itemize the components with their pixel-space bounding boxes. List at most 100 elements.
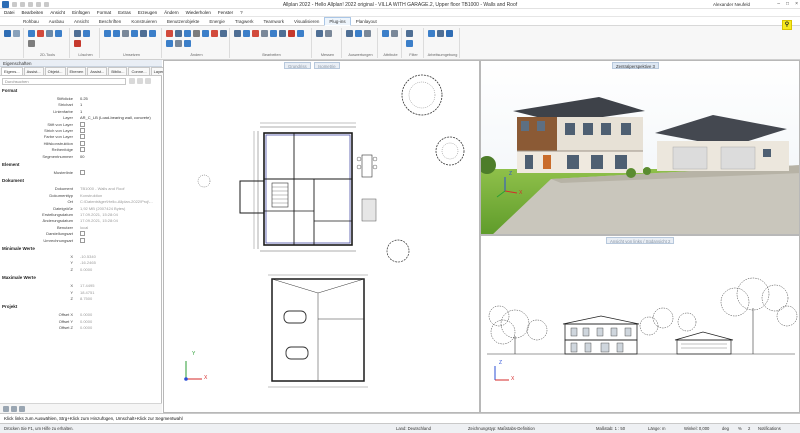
ribbon-tab[interactable]: Konstruieren bbox=[126, 17, 162, 26]
ribbon-tab[interactable]: Ausbau bbox=[44, 17, 69, 26]
property-value[interactable]: 1,92 MB (2007424 Bytes) bbox=[80, 206, 125, 211]
tool-icon[interactable] bbox=[175, 30, 182, 37]
tool-icon[interactable] bbox=[104, 30, 111, 37]
tool-icon[interactable] bbox=[252, 30, 259, 37]
tool-icon[interactable] bbox=[46, 30, 53, 37]
tool-icon[interactable] bbox=[74, 40, 81, 47]
properties-tab[interactable]: Ebenen bbox=[66, 67, 87, 75]
tool-icon[interactable] bbox=[113, 30, 120, 37]
status-percent[interactable]: % bbox=[738, 424, 742, 433]
property-checkbox[interactable] bbox=[80, 170, 85, 175]
property-value[interactable]: 17.09.2021, 15:28:04 bbox=[80, 218, 118, 223]
tool-icon[interactable] bbox=[74, 30, 81, 37]
menu-item[interactable]: Ändern bbox=[164, 10, 179, 15]
user-name[interactable]: Alexander Neufeld bbox=[713, 2, 750, 7]
tool-icon[interactable] bbox=[166, 30, 173, 37]
eraser-icon[interactable] bbox=[11, 406, 17, 412]
menu-item[interactable]: Extras bbox=[118, 10, 131, 15]
ribbon-tab[interactable]: Beschriften bbox=[94, 17, 127, 26]
menu-item[interactable]: Bearbeiten bbox=[22, 10, 44, 15]
menu-item[interactable]: Format bbox=[97, 10, 111, 15]
property-value[interactable]: 1 bbox=[80, 109, 82, 114]
close-button[interactable]: × bbox=[795, 1, 798, 7]
tool-icon[interactable] bbox=[13, 30, 20, 37]
tool-icon[interactable] bbox=[391, 30, 398, 37]
ribbon-tab[interactable]: Visualisieren bbox=[289, 17, 324, 26]
ribbon-tab[interactable]: Rohbau bbox=[18, 17, 44, 26]
property-value[interactable]: -16.2465 bbox=[80, 260, 96, 265]
status-zoom[interactable]: 2 bbox=[748, 424, 750, 433]
ribbon-tab[interactable]: Tragwerk bbox=[230, 17, 259, 26]
property-checkbox[interactable] bbox=[80, 237, 85, 243]
menu-item[interactable]: Datei bbox=[4, 10, 15, 15]
tool-icon[interactable] bbox=[355, 30, 362, 37]
elevation-viewport[interactable]: Ansicht von links / Südansicht 2 Z X bbox=[480, 235, 800, 413]
ribbon-tab[interactable]: Benutzerobjekte bbox=[162, 17, 205, 26]
tool-icon[interactable] bbox=[297, 30, 304, 37]
property-value[interactable]: 18.4751 bbox=[80, 290, 94, 295]
tool-icon[interactable] bbox=[243, 30, 250, 37]
tool-icon[interactable] bbox=[270, 30, 277, 37]
minimize-button[interactable]: – bbox=[777, 1, 780, 7]
properties-tab[interactable]: Objekt... bbox=[44, 67, 66, 75]
menu-item[interactable]: Erzeugen bbox=[138, 10, 157, 15]
tool-icon[interactable] bbox=[211, 30, 218, 37]
maximize-button[interactable]: □ bbox=[786, 1, 789, 7]
tool-icon[interactable] bbox=[166, 40, 173, 47]
properties-section-header[interactable]: Minimale Werte bbox=[2, 246, 35, 251]
property-value[interactable]: 0.0000 bbox=[80, 319, 92, 324]
tool-icon[interactable] bbox=[234, 30, 241, 37]
tool-icon[interactable] bbox=[55, 30, 62, 37]
properties-section-header[interactable]: Maximale Werte bbox=[2, 275, 36, 280]
pencil-icon[interactable] bbox=[3, 406, 9, 412]
perspective-viewport-label[interactable]: Zentralperspektive 3 bbox=[612, 62, 659, 69]
tool-icon[interactable] bbox=[406, 30, 413, 37]
properties-section-header[interactable]: Projekt bbox=[2, 304, 17, 309]
help-search-button[interactable]: ⚲ bbox=[782, 20, 792, 30]
tool-icon[interactable] bbox=[184, 40, 191, 47]
properties-search-input[interactable]: Durchsuchen bbox=[2, 78, 126, 85]
menu-item[interactable]: Wiederholen bbox=[186, 10, 211, 15]
properties-tab[interactable]: Biblio... bbox=[108, 67, 128, 75]
sort-icon[interactable] bbox=[129, 78, 135, 84]
property-value[interactable]: C:\Datenträger\Hello-Allplan-2022\Proj\.… bbox=[80, 199, 153, 204]
tool-icon[interactable] bbox=[364, 30, 371, 37]
tool-icon[interactable] bbox=[4, 30, 11, 37]
settings-icon[interactable] bbox=[145, 78, 151, 84]
tool-icon[interactable] bbox=[346, 30, 353, 37]
tool-icon[interactable] bbox=[437, 30, 444, 37]
tool-icon[interactable] bbox=[202, 30, 209, 37]
tool-icon[interactable] bbox=[288, 30, 295, 37]
properties-tab[interactable]: Conne... bbox=[128, 67, 150, 75]
property-value[interactable]: Konstruktion bbox=[80, 193, 102, 198]
plan-viewport[interactable]: Grundriss Isometrie Y X bbox=[163, 60, 480, 413]
property-value[interactable]: 17.4495 bbox=[80, 283, 94, 288]
property-checkbox[interactable] bbox=[80, 147, 85, 153]
property-value[interactable]: AR_C_LB (Load-bearing wall, concrete) bbox=[80, 115, 151, 120]
tool-icon[interactable] bbox=[122, 30, 129, 37]
tool-icon[interactable] bbox=[83, 30, 90, 37]
property-value[interactable]: 0.0000 bbox=[80, 312, 92, 317]
ribbon-tab[interactable]: Ansicht bbox=[69, 17, 94, 26]
tool-icon[interactable] bbox=[140, 30, 147, 37]
menu-item[interactable]: Fenster bbox=[218, 10, 233, 15]
property-value[interactable]: 00 bbox=[80, 154, 84, 159]
tool-icon[interactable] bbox=[279, 30, 286, 37]
property-checkbox[interactable] bbox=[80, 140, 85, 146]
property-checkbox[interactable] bbox=[80, 134, 85, 140]
property-value[interactable]: 0.0000 bbox=[80, 267, 92, 272]
property-value[interactable]: local bbox=[80, 225, 88, 230]
tool-icon[interactable] bbox=[37, 30, 44, 37]
ribbon-tab[interactable]: Plug-ins bbox=[324, 16, 351, 26]
tool-icon[interactable] bbox=[428, 30, 435, 37]
property-checkbox[interactable] bbox=[80, 128, 85, 133]
tool-icon[interactable] bbox=[149, 30, 156, 37]
status-scale[interactable]: Maßstab: 1 : 50 bbox=[596, 424, 625, 433]
menu-item[interactable]: Ansicht bbox=[50, 10, 65, 15]
status-length-unit[interactable]: Länge: m bbox=[648, 424, 665, 433]
properties-section-header[interactable]: Dokument bbox=[2, 178, 24, 183]
lock-icon[interactable] bbox=[19, 406, 25, 412]
tool-icon[interactable] bbox=[406, 40, 413, 47]
tool-icon[interactable] bbox=[316, 30, 323, 37]
perspective-viewport[interactable]: Zentralperspektive 3 Z X bbox=[480, 60, 800, 235]
